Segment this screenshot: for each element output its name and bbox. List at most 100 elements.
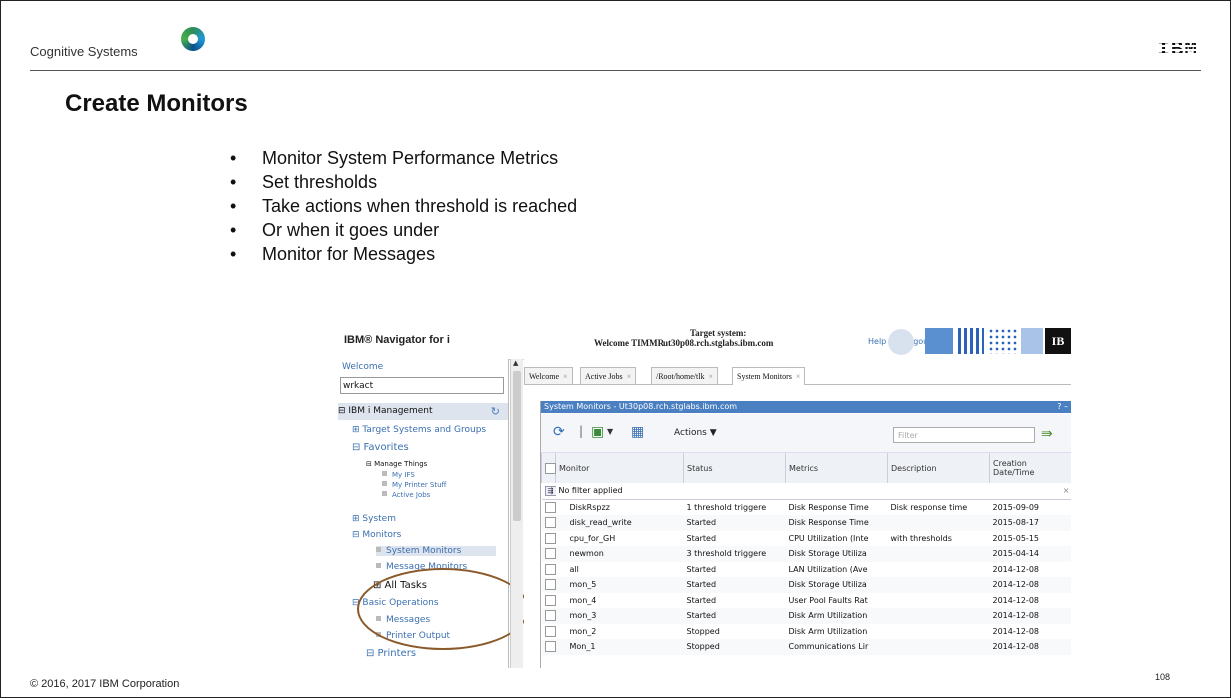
scroll-thumb[interactable] (513, 371, 521, 521)
table-cell: Started (683, 577, 786, 593)
row-checkbox[interactable] (544, 594, 556, 606)
table-cell: Started (686, 595, 717, 605)
row-select-cell[interactable] (542, 531, 556, 547)
tab-active-jobs[interactable]: Active Jobs × (580, 367, 637, 384)
table-row[interactable]: newmon 3 threshold triggere Disk Storage U… (541, 546, 1071, 562)
table-cell: CPU Utilization (Inte (788, 533, 869, 543)
row-checkbox[interactable] (544, 641, 556, 653)
row-checkbox[interactable] (544, 548, 556, 560)
table-cell: Disk Storage Utiliza (785, 546, 888, 562)
nav-printers[interactable]: ⊟ Printers (366, 648, 416, 659)
scroll-up-icon[interactable]: ▲ (513, 359, 518, 367)
row-select-cell[interactable] (541, 546, 556, 562)
ibm-logo: IBM (1157, 39, 1198, 62)
row-select-cell[interactable] (541, 639, 556, 655)
actions-menu[interactable]: Actions ▼ (674, 428, 717, 438)
tab-system-monitors[interactable]: System Monitors × (732, 367, 806, 385)
row-checkbox[interactable] (544, 563, 556, 575)
row-select-cell[interactable] (541, 608, 556, 624)
column-header[interactable]: Metrics (785, 453, 888, 483)
row-checkbox[interactable] (544, 517, 556, 529)
table-row[interactable]: all Started LAN Utilization (Ave 2014-12-08 (542, 562, 1072, 578)
column-header[interactable]: Description (887, 453, 990, 483)
row-checkbox[interactable] (544, 625, 556, 637)
filter-input[interactable]: Filter (893, 427, 1035, 443)
table-options-icon[interactable]: ▦ (631, 424, 644, 440)
table-cell: 2014-12-08 (989, 608, 1071, 624)
panel-title-bar: System Monitors - Ut30p08.rch.stglabs.ib… (541, 401, 1071, 413)
table-cell: 2014-12-08 (989, 639, 1071, 655)
help-link[interactable]: Help (868, 337, 886, 346)
banner-circle (888, 329, 914, 355)
refresh-icon[interactable]: ⟳ (553, 424, 565, 440)
select-all-header[interactable] (541, 453, 556, 483)
select-all-checkbox[interactable] (545, 462, 556, 474)
row-checkbox[interactable] (544, 610, 556, 622)
nav-search-input[interactable]: wrkact (340, 377, 504, 394)
filter-button-cell[interactable]: ⇶ ... (541, 483, 556, 500)
row-select-cell[interactable] (541, 577, 556, 593)
table-row[interactable]: mon_4 Started User Pool Faults Rat 2014-12-… (542, 593, 1072, 609)
navigator-screenshot: IBM® Navigator for i Welcome TIMMR Targe… (338, 325, 1071, 668)
column-header[interactable]: Status (683, 453, 786, 483)
tab-root-home[interactable]: /Root/home/tlk × (651, 367, 718, 384)
apply-filter-icon[interactable]: ⇛ (1041, 426, 1053, 442)
table-row[interactable]: mon_2 Stopped Disk Arm Utilization 2014-12-… (542, 624, 1072, 640)
nav-system-monitors[interactable]: System Monitors (376, 546, 496, 556)
bullet-item: Or when it goes under (230, 218, 577, 242)
table-cell: Disk Response Time (785, 515, 888, 531)
tab-label: Active Jobs (585, 372, 623, 381)
table-cell: Disk Storage Utiliza (785, 577, 888, 593)
row-select-cell[interactable] (542, 562, 556, 578)
nav-welcome-link[interactable]: Welcome (342, 362, 383, 372)
nav-my-ifs[interactable]: My IFS (382, 471, 415, 479)
table-row[interactable]: disk_read_write Started Disk Response Time… (541, 515, 1071, 531)
panel-controls[interactable]: ? – (1057, 401, 1068, 413)
table-cell: LAN Utilization (Ave (788, 564, 868, 574)
chevron-down-icon[interactable]: ▼ (607, 427, 613, 436)
table-cell (888, 624, 990, 640)
export-icon[interactable]: ▣ (591, 424, 604, 440)
nav-my-printer-stuff[interactable]: My Printer Stuff (382, 481, 446, 489)
target-host: ut30p08.rch.stglabs.ibm.com (663, 338, 774, 348)
refresh-icon[interactable]: ↻ (491, 403, 500, 420)
tab-welcome[interactable]: Welcome × (524, 367, 573, 384)
table-cell: 1 threshold triggere (686, 502, 767, 512)
nav-mgmt-label: ⊟ IBM i Management (338, 406, 433, 416)
nav-ibm-i-management[interactable]: ⊟ IBM i Management ↻ (338, 403, 508, 420)
row-select-cell[interactable] (542, 593, 556, 609)
table-row[interactable]: DiskRspzz 1 threshold triggere Disk Respon… (542, 499, 1072, 515)
row-select-cell[interactable] (542, 499, 556, 515)
close-icon[interactable]: × (563, 372, 568, 381)
row-select-cell[interactable] (542, 624, 556, 640)
nav-active-jobs[interactable]: Active Jobs (382, 491, 430, 499)
bullet-square-icon (382, 491, 387, 496)
row-checkbox[interactable] (544, 532, 556, 544)
bullet-item: Take actions when threshold is reached (230, 194, 577, 218)
close-icon[interactable]: × (627, 372, 632, 381)
nav-target-systems[interactable]: ⊞ Target Systems and Groups (352, 425, 486, 435)
table-row[interactable]: mon_5 Started Disk Storage Utiliza 2014-12-… (541, 577, 1071, 593)
table-row[interactable]: cpu_for_GH Started CPU Utilization (Inte wi… (542, 531, 1072, 547)
table-row[interactable]: mon_3 Started Disk Arm Utilization 2014-12-… (541, 608, 1071, 624)
tab-bar: Welcome × Active Jobs × /Root/home/tlk × Sy… (524, 364, 1071, 385)
row-select-cell[interactable] (541, 515, 556, 531)
page-number: 108 (1155, 672, 1171, 682)
table-cell: Started (686, 533, 717, 543)
nav-monitors[interactable]: ⊟ Monitors (352, 530, 401, 540)
close-icon[interactable]: × (796, 372, 801, 381)
filter-options-button[interactable]: ⇶ ... (544, 485, 556, 496)
bullet-square-icon (376, 547, 381, 552)
row-checkbox[interactable] (544, 579, 556, 591)
table-row[interactable]: Mon_1 Stopped Communications Lir 2014-12-08 (541, 639, 1071, 655)
row-checkbox[interactable] (544, 501, 556, 513)
nav-manage-things[interactable]: ⊟ Manage Things (366, 460, 427, 468)
table-cell: 2015-05-15 (992, 533, 1040, 543)
column-header[interactable]: Creation Date/Time (989, 453, 1071, 483)
clear-filter-icon[interactable]: × (989, 483, 1071, 500)
nav-system[interactable]: ⊞ System (352, 514, 396, 524)
nav-scrollbar[interactable]: ▲ (510, 359, 523, 668)
column-header[interactable]: Monitor (555, 453, 684, 483)
nav-favorites[interactable]: ⊟ Favorites (352, 442, 409, 453)
close-icon[interactable]: × (708, 372, 713, 381)
